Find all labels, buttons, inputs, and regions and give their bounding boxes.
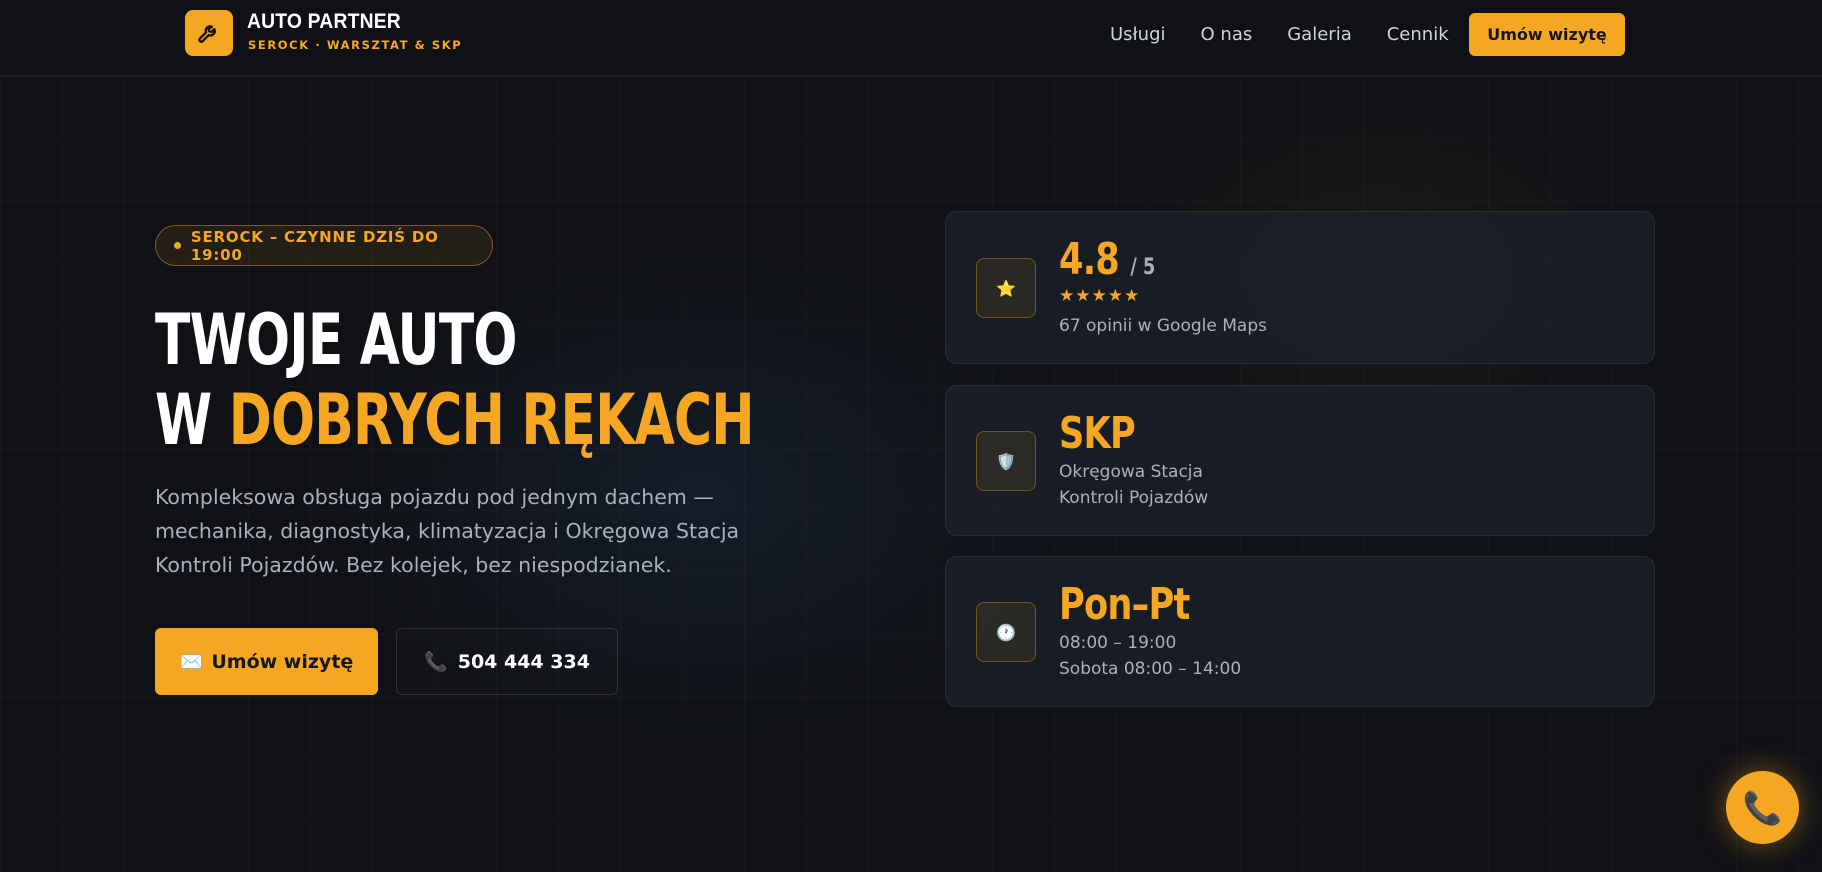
book-visit-button[interactable]: ✉️ Umów wizytę (155, 628, 378, 695)
hero-headline-line2: W DOBRYCH RĘKACH (155, 379, 755, 461)
open-hours-badge-text: SEROCK – CZYNNE DZIŚ DO 19:00 (190, 227, 439, 264)
rating-value-row: 4.8 / 5 (1059, 234, 1155, 285)
hero-headline-accent: DOBRYCH RĘKACH (228, 379, 755, 461)
site-header: AUTO PARTNER SEROCK · WARSZTAT & SKP Usł… (0, 0, 1822, 76)
brand-name[interactable]: AUTO PARTNER (247, 10, 401, 34)
nav-item-o-nas[interactable]: O nas (1201, 24, 1253, 45)
hero-headline: TWOJE AUTO W DOBRYCH RĘKACH (155, 300, 964, 460)
opening-hours-card: 🕐 Pon–Pt 08:00 – 19:00 Sobota 08:00 – 14… (945, 556, 1655, 707)
shield-icon: 🛡️ (976, 431, 1036, 491)
skp-title: SKP (1059, 408, 1136, 459)
status-dot-icon (174, 242, 181, 249)
nav-item-galeria[interactable]: Galeria (1287, 24, 1352, 45)
hours-saturday: Sobota 08:00 – 14:00 (1059, 659, 1242, 679)
open-hours-badge: SEROCK – CZYNNE DZIŚ DO 19:00 (155, 225, 493, 266)
rating-value: 4.8 (1059, 234, 1120, 285)
hours-weekday: 08:00 – 19:00 (1059, 633, 1177, 653)
star-icon: ⭐ (976, 258, 1036, 318)
rating-scale: / 5 (1130, 255, 1156, 280)
phone-number: 504 444 334 (457, 650, 590, 673)
skp-line2: Kontroli Pojazdów (1059, 488, 1209, 508)
brand-tagline: SEROCK · WARSZTAT & SKP (248, 38, 463, 52)
wrench-icon (198, 25, 216, 43)
envelope-icon: ✉️ (179, 651, 204, 673)
book-visit-nav-button[interactable]: Umów wizytę (1469, 13, 1625, 56)
book-visit-button-label: Umów wizytę (211, 650, 354, 673)
skp-card: 🛡️ SKP Okręgowa Stacja Kontroli Pojazdów (945, 385, 1655, 536)
rating-card: ⭐ 4.8 / 5 ★★★★★ 67 opinii w Google Maps (945, 211, 1655, 364)
floating-call-button[interactable]: 📞 (1726, 771, 1799, 844)
phone-icon: 📞 (1742, 788, 1783, 827)
nav-item-cennik[interactable]: Cennik (1387, 24, 1449, 45)
main-nav: Usługi O nas Galeria Cennik (1110, 24, 1449, 45)
call-phone-button[interactable]: 📞 504 444 334 (396, 628, 618, 695)
hours-title: Pon–Pt (1059, 579, 1190, 630)
rating-stars: ★★★★★ (1059, 286, 1141, 306)
rating-caption: 67 opinii w Google Maps (1059, 316, 1267, 336)
skp-line1: Okręgowa Stacja (1059, 462, 1203, 482)
hero-headline-line1: TWOJE AUTO (155, 299, 517, 381)
hero-headline-prefix: W (155, 379, 229, 461)
nav-item-uslugi[interactable]: Usługi (1110, 24, 1166, 45)
hero-lead-text: Kompleksowa obsługa pojazdu pod jednym d… (155, 485, 740, 577)
brand-logo[interactable] (185, 10, 233, 56)
phone-icon: 📞 (424, 651, 448, 673)
clock-icon: 🕐 (976, 602, 1036, 662)
